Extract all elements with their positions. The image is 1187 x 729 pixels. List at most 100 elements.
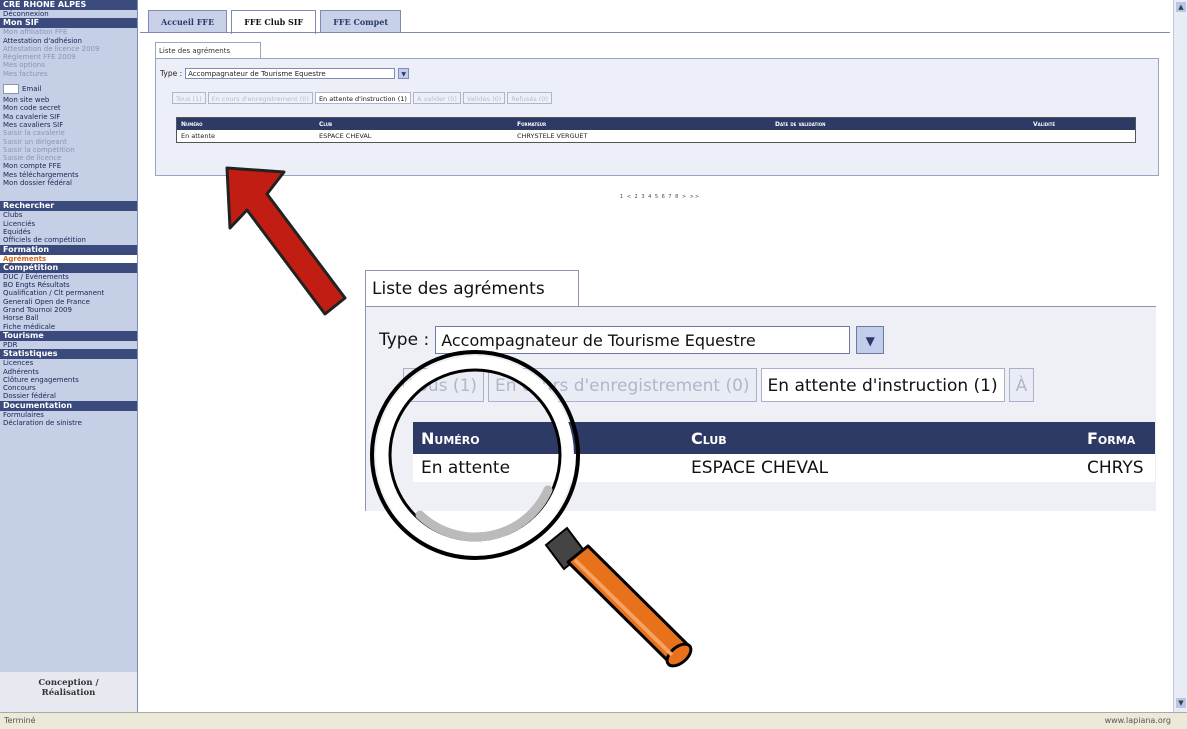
sidebar-item[interactable]: Mon dossier fédéral [0,179,137,187]
zoom-col-formateur: Forma [1079,422,1155,454]
sidebar-item[interactable]: Formulaires [0,411,137,419]
sidebar-item[interactable]: Qualification / Clt permanent [0,289,137,297]
sidebar-item[interactable]: Attestation de licence 2009 [0,45,137,53]
sidebar-item[interactable]: Mon compte FFE [0,162,137,170]
col-numero[interactable]: Numéro [176,117,315,130]
zoom-header-row: Numéro Club Forma [413,422,1155,454]
deconnexion-link[interactable]: Déconnexion [0,10,137,18]
sidebar-item[interactable]: Dossier fédéral [0,392,137,400]
sidebar-item[interactable]: Concours [0,384,137,392]
sidebar-item[interactable]: PDR [0,341,137,349]
sidebar-item[interactable]: Attestation d'adhésion [0,37,137,45]
sidebar-item[interactable]: Mes options [0,61,137,69]
cell-club: ESPACE CHEVAL [319,132,372,140]
documentation-header: Documentation [0,400,137,411]
sidebar-item[interactable]: BO Engts Résultats [0,281,137,289]
col-date-validation[interactable]: Date de validation [771,117,1029,130]
zoom-table: Numéro Club Forma En attente ESPACE CHEV… [413,422,1155,482]
zoom-callout: Liste des agréments Type : Accompagnateu… [365,270,1156,511]
region-header: CRE RHONE ALPES [0,0,137,10]
zoom-subtabs: Tous (1) En cours d'enregistrement (0) E… [403,368,1035,402]
zoom-panel-tab: Liste des agréments [365,270,579,306]
footer-line1: Conception / [38,678,99,688]
cell-numero[interactable]: En attente [177,130,316,143]
col-formateur[interactable]: Formateur [513,117,771,130]
formation-header: Formation [0,244,137,255]
sidebar-item[interactable]: Déclaration de sinistre [0,419,137,427]
sidebar-item[interactable]: Clôture engagements [0,376,137,384]
footer-line2: Réalisation [41,688,96,698]
tab-accueil-ffe[interactable]: Accueil FFE [148,10,228,32]
sidebar-item[interactable]: Mes cavaliers SIF [0,121,137,129]
sidebar-item[interactable]: Licences [0,359,137,367]
email-label: Email [22,85,42,94]
type-select[interactable]: Accompagnateur de Tourisme Equestre [185,68,396,79]
subtab-tous[interactable]: Tous (1) [172,92,206,104]
sidebar-item[interactable]: Règlement FFE 2009 [0,53,137,61]
subtab-refuses[interactable]: Refusés (0) [507,92,552,104]
sidebar-item[interactable]: Mon site web [0,96,137,104]
zoom-chevron-down-icon: ▼ [856,326,885,354]
statistiques-header: Statistiques [0,349,137,360]
status-subtabs: Tous (1) En cours d'enregistrement (0) E… [172,92,552,104]
sidebar-item[interactable]: Mes téléchargements [0,171,137,179]
chevron-down-icon[interactable]: ▼ [398,68,410,79]
tab-ffe-compet[interactable]: FFE Compet [320,10,402,32]
sidebar-item[interactable]: Saisie de licence [0,154,137,162]
sidebar-item[interactable]: Grand Tournoi 2009 [0,306,137,314]
mon-sif-header: Mon SIF [0,18,137,29]
email-icon [3,84,19,95]
table-row[interactable]: En attente ESPACE CHEVAL CHRYSTELE VERGU… [177,130,1136,143]
zoom-type-select: Accompagnateur de Tourisme Equestre [435,326,851,354]
tab-ffe-club-sif[interactable]: FFE Club SIF [231,10,317,34]
sidebar-item[interactable]: Mon affiliation FFE [0,28,137,36]
sidebar-item[interactable]: Adhérents [0,368,137,376]
zoom-cell-numero: En attente [421,458,511,478]
zoom-type-row: Type : Accompagnateur de Tourisme Equest… [379,326,885,354]
sidebar-item[interactable]: Saisir la compétition [0,146,137,154]
top-tabs: Accueil FFE FFE Club SIF FFE Compet [148,10,402,34]
type-row: Type : Accompagnateur de Tourisme Equest… [160,68,410,79]
subtab-valides[interactable]: Validés (0) [462,92,506,104]
subtab-en-cours[interactable]: En cours d'enregistrement (0) [207,92,313,104]
sidebar-item[interactable]: Saisir la cavalerie [0,129,137,137]
sidebar-item[interactable]: Generali Open de France [0,298,137,306]
type-label: Type : [160,69,183,78]
zoom-subtab-a-valider: À [1008,368,1035,402]
sidebar: CRE RHONE ALPES Déconnexion Mon SIF Mon … [0,0,138,712]
cell-date [771,130,1029,143]
status-bar: Terminé www.lapiana.org [0,712,1187,729]
recherche-header: Rechercher [0,201,137,212]
sidebar-item[interactable]: Ma cavalerie SIF [0,113,137,121]
sidebar-item[interactable]: Mes factures [0,70,137,78]
scroll-down-icon[interactable]: ▼ [1176,698,1186,708]
table-header-row: Numéro Club Formateur Date de validation… [176,117,1136,130]
sidebar-item[interactable]: Saisir un dirigeant [0,138,137,146]
competition-header: Compétition [0,262,137,273]
sidebar-item[interactable]: Officiels de compétition [0,236,137,244]
panel-tab[interactable]: Liste des agréments [155,42,261,58]
sidebar-item[interactable]: Mon code secret [0,104,137,112]
status-url: www.lapiana.org [1104,716,1171,725]
zoom-subtab-en-attente: En attente d'instruction (1) [760,368,1005,402]
sidebar-item[interactable]: Equidés [0,228,137,236]
zoom-cell-club: ESPACE CHEVAL [691,458,829,478]
sidebar-item[interactable]: Clubs [0,211,137,219]
sidebar-item[interactable]: Horse Ball [0,314,137,322]
sidebar-item[interactable]: Fiche médicale [0,323,137,331]
subtab-en-attente[interactable]: En attente d'instruction (1) [314,92,411,104]
zoom-col-club: Club [683,422,1079,454]
zoom-cell-formateur: CHRYS [1087,458,1144,478]
col-validite[interactable]: Validité [1029,117,1136,130]
vertical-scrollbar[interactable]: ▲ ▼ [1173,0,1187,712]
subtab-a-valider[interactable]: A valider (0) [412,92,461,104]
sidebar-item[interactable]: DUC / Evénements [0,273,137,281]
col-club[interactable]: Club [315,117,513,130]
sidebar-item-agrements[interactable]: Agréments [0,254,137,263]
pager[interactable]: 1 < 2 3 4 5 6 7 8 > >> [620,194,700,200]
zoom-type-label: Type : [379,330,430,350]
email-row[interactable]: Email [0,82,137,96]
sidebar-item[interactable]: Licenciés [0,220,137,228]
cell-validite [1029,130,1136,143]
scroll-up-icon[interactable]: ▲ [1176,2,1186,12]
